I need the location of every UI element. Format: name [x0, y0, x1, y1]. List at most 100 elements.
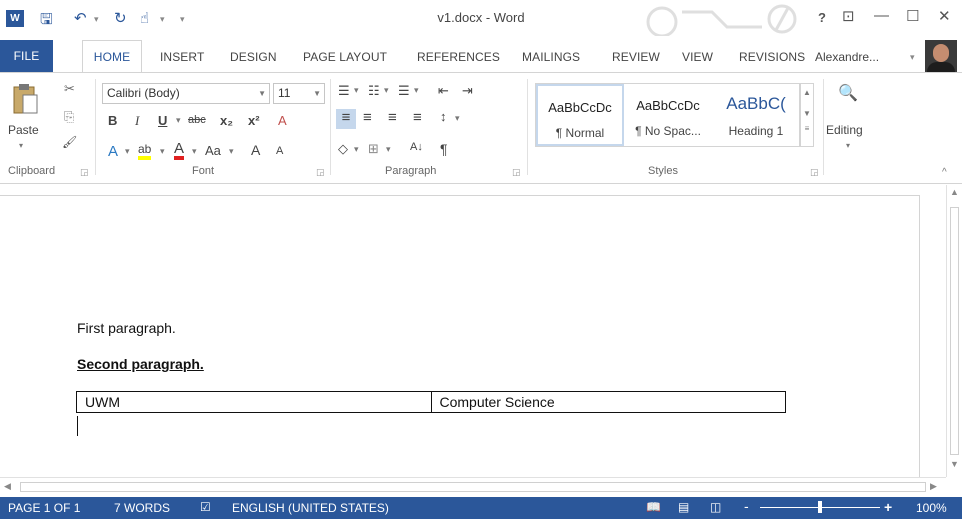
redo-icon[interactable]: ↻: [114, 9, 127, 27]
word-count[interactable]: 7 WORDS: [114, 501, 170, 515]
proofing-icon[interactable]: ☑: [200, 500, 211, 514]
print-layout-icon[interactable]: ▤: [678, 500, 689, 514]
line-spacing-dropdown-icon[interactable]: ▾: [455, 113, 460, 124]
chevron-up-icon[interactable]: ▲: [801, 88, 813, 97]
customize-qat-icon[interactable]: ▾: [180, 14, 185, 25]
touch-dropdown-icon[interactable]: ▾: [160, 14, 165, 25]
paragraph-launcher-icon[interactable]: ◲: [512, 167, 521, 178]
font-name-combo[interactable]: Calibri (Body) ▼: [102, 83, 270, 104]
multilevel-list-icon[interactable]: ☰: [398, 83, 410, 99]
italic-button[interactable]: I: [135, 113, 139, 129]
align-right-icon[interactable]: ≡: [388, 109, 397, 126]
save-icon[interactable]: 🖫: [40, 9, 53, 34]
shrink-font-button[interactable]: A: [276, 145, 283, 157]
table-cell[interactable]: UWM: [76, 391, 432, 413]
font-launcher-icon[interactable]: ◲: [316, 167, 325, 178]
tab-home[interactable]: HOME: [82, 40, 142, 72]
font-name-dropdown-icon[interactable]: ▼: [258, 84, 266, 103]
undo-icon[interactable]: ↶: [74, 9, 87, 27]
vertical-scroll-thumb[interactable]: [950, 207, 959, 455]
scroll-down-icon[interactable]: ▼: [950, 459, 959, 469]
maximize-icon[interactable]: ☐: [906, 7, 919, 25]
cut-icon[interactable]: ✂: [64, 81, 75, 97]
tab-insert[interactable]: INSERT: [160, 50, 204, 64]
change-case-dropdown-icon[interactable]: ▾: [229, 146, 234, 157]
bold-button[interactable]: B: [108, 113, 117, 128]
page-count[interactable]: PAGE 1 OF 1: [8, 501, 80, 515]
tab-file[interactable]: FILE: [0, 40, 53, 72]
font-size-dropdown-icon[interactable]: ▼: [313, 84, 321, 103]
multilevel-dropdown-icon[interactable]: ▾: [414, 85, 419, 96]
tab-revisions[interactable]: REVISIONS: [739, 50, 805, 64]
numbering-dropdown-icon[interactable]: ▾: [384, 85, 389, 96]
tab-page-layout[interactable]: PAGE LAYOUT: [303, 50, 387, 64]
increase-indent-icon[interactable]: ⇥: [462, 83, 473, 99]
user-dropdown-icon[interactable]: ▾: [910, 52, 915, 63]
touch-mode-icon[interactable]: ☝: [140, 9, 149, 27]
editing-dropdown-icon[interactable]: ▾: [846, 141, 850, 150]
document-page[interactable]: [0, 195, 920, 485]
show-marks-icon[interactable]: ¶: [440, 141, 448, 157]
scroll-left-icon[interactable]: ◀: [4, 481, 11, 492]
grow-font-button[interactable]: A: [251, 142, 260, 158]
bullets-dropdown-icon[interactable]: ▾: [354, 85, 359, 96]
tab-view[interactable]: VIEW: [682, 50, 713, 64]
close-icon[interactable]: ✕: [938, 7, 951, 25]
horizontal-scrollbar[interactable]: ◀ ▶: [0, 477, 946, 495]
sort-icon[interactable]: A↓: [410, 141, 423, 153]
zoom-in-button[interactable]: +: [884, 499, 892, 515]
read-mode-icon[interactable]: 📖: [646, 500, 661, 514]
styles-scroll[interactable]: ▲ ▼ ≡: [800, 83, 814, 147]
word-app-icon[interactable]: W: [6, 10, 24, 27]
chevron-down-icon[interactable]: ▼: [801, 109, 813, 118]
zoom-out-button[interactable]: -: [744, 498, 749, 514]
font-color-dropdown-icon[interactable]: ▾: [192, 146, 197, 157]
numbering-icon[interactable]: ☷: [368, 83, 380, 99]
zoom-level[interactable]: 100%: [916, 501, 947, 515]
document-area[interactable]: First paragraph. Second paragraph. UWM C…: [0, 185, 946, 485]
scroll-up-icon[interactable]: ▲: [950, 187, 959, 197]
line-spacing-icon[interactable]: ↕: [440, 109, 447, 124]
horizontal-scroll-thumb[interactable]: [20, 482, 926, 492]
borders-dropdown-icon[interactable]: ▾: [386, 144, 391, 155]
copy-icon[interactable]: ⎘: [64, 109, 74, 125]
user-name[interactable]: Alexandre...: [815, 50, 879, 64]
text-effects-button[interactable]: A: [108, 143, 118, 160]
editing-button[interactable]: Editing: [826, 123, 863, 137]
superscript-button[interactable]: x²: [248, 113, 260, 128]
text-effects-dropdown-icon[interactable]: ▾: [125, 146, 130, 157]
minimize-icon[interactable]: —: [874, 7, 889, 24]
tab-mailings[interactable]: MAILINGS: [522, 50, 580, 64]
bullets-icon[interactable]: ☰: [338, 83, 350, 99]
tab-design[interactable]: DESIGN: [230, 50, 277, 64]
find-binoculars-icon[interactable]: 🔍: [838, 83, 858, 103]
font-size-combo[interactable]: 11 ▼: [273, 83, 325, 104]
style-no-spacing[interactable]: AaBbCcDc ¶ No Spac...: [624, 84, 712, 146]
change-case-button[interactable]: Aa: [205, 143, 221, 158]
collapse-ribbon-icon[interactable]: ^: [942, 167, 947, 178]
table-cell[interactable]: Computer Science: [430, 391, 786, 413]
scroll-right-icon[interactable]: ▶: [930, 481, 937, 492]
clipboard-launcher-icon[interactable]: ◲: [80, 167, 89, 178]
shading-icon[interactable]: ◇: [338, 141, 348, 157]
paste-dropdown-icon[interactable]: ▾: [19, 141, 23, 150]
paste-button[interactable]: Paste: [8, 123, 39, 137]
web-layout-icon[interactable]: ◫: [710, 500, 721, 514]
language-status[interactable]: ENGLISH (UNITED STATES): [232, 501, 389, 515]
font-color-button[interactable]: A: [174, 141, 185, 160]
strikethrough-button[interactable]: abc: [188, 114, 206, 126]
undo-dropdown-icon[interactable]: ▾: [94, 14, 99, 25]
format-painter-icon[interactable]: 🖌: [62, 135, 77, 149]
styles-launcher-icon[interactable]: ◲: [810, 167, 819, 178]
borders-icon[interactable]: ⊞: [368, 141, 379, 157]
tab-review[interactable]: REVIEW: [612, 50, 660, 64]
ribbon-display-icon[interactable]: ⊡: [842, 7, 855, 25]
first-paragraph[interactable]: First paragraph.: [77, 320, 176, 336]
paste-icon[interactable]: [12, 83, 38, 115]
highlight-dropdown-icon[interactable]: ▾: [160, 146, 165, 157]
vertical-scrollbar[interactable]: ▲ ▼: [946, 185, 962, 477]
style-heading-1[interactable]: AaBbC( Heading 1: [712, 84, 800, 146]
help-icon[interactable]: ?: [818, 10, 826, 25]
subscript-button[interactable]: x₂: [220, 113, 233, 128]
zoom-slider-thumb[interactable]: [818, 501, 822, 513]
